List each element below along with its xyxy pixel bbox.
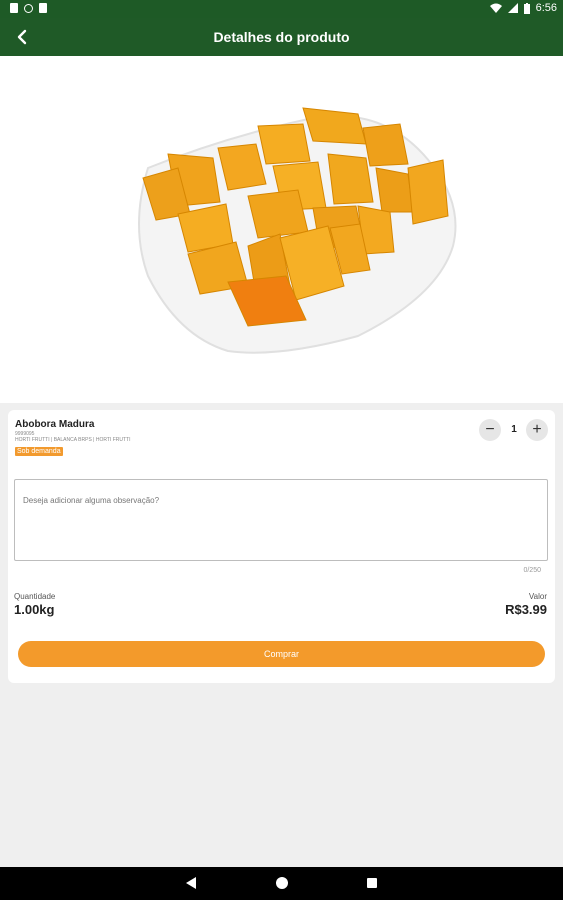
notification-icon [10, 3, 18, 13]
decrease-quantity-button[interactable]: − [479, 419, 501, 441]
quantity-amount: 1.00kg [14, 602, 55, 617]
status-bar: 6:56 [0, 0, 563, 18]
quantity-label: Quantidade [14, 592, 56, 601]
price-amount: R$3.99 [505, 602, 547, 617]
app-bar: Detalhes do produto [0, 18, 563, 56]
product-name: Abobora Madura [15, 419, 95, 430]
product-store: HORTI FRUTTI | BALANCA BRPS | HORTI FRUT… [15, 437, 131, 443]
page-title: Detalhes do produto [213, 29, 350, 45]
status-badge: Sob demanda [15, 447, 63, 456]
increase-quantity-button[interactable]: + [526, 419, 548, 441]
battery-icon [523, 2, 530, 14]
wifi-icon [489, 3, 502, 13]
status-system: 6:56 [489, 2, 557, 14]
signal-icon [507, 3, 518, 13]
clock: 6:56 [535, 2, 557, 14]
nav-back-icon[interactable] [186, 877, 196, 889]
observation-counter: 0/250 [523, 567, 541, 574]
product-image [138, 107, 457, 354]
nav-home-icon[interactable] [276, 877, 288, 889]
file-icon [39, 3, 47, 13]
quantity-value: 1 [511, 424, 517, 435]
price-label: Valor [528, 592, 547, 601]
system-nav-bar [0, 867, 563, 900]
product-image-area [0, 56, 563, 403]
sync-icon [24, 3, 33, 13]
observation-input[interactable] [14, 479, 548, 561]
product-details-card: Abobora Madura 9999095 HORTI FRUTTI | BA… [8, 410, 555, 683]
buy-button[interactable]: Comprar [18, 641, 545, 667]
status-notifications [10, 3, 47, 13]
nav-recents-icon[interactable] [367, 878, 377, 888]
